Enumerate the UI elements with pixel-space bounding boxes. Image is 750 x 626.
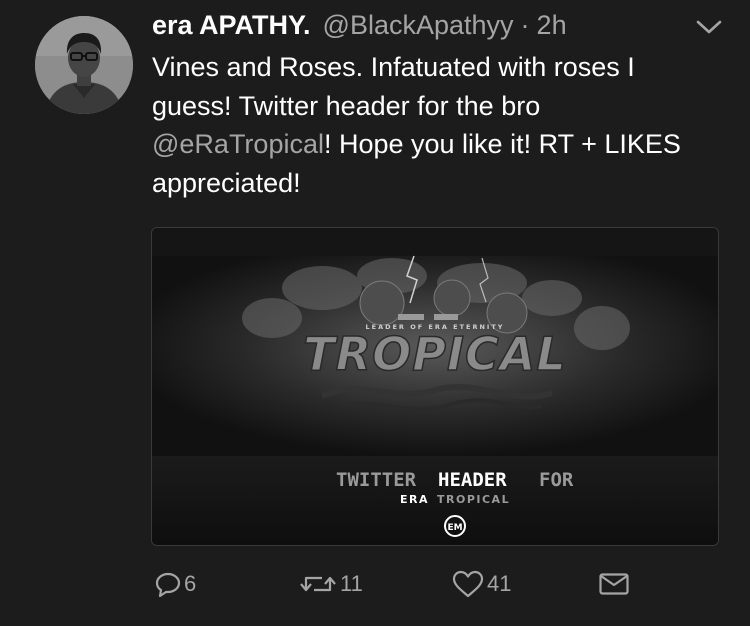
separator-dot: · [520,10,530,40]
mention-link[interactable]: @eRaTropical [152,129,324,159]
reply-count: 6 [184,571,197,596]
tweet-text-part: Vines and Roses. Infatuated with roses I… [152,52,635,121]
avatar[interactable] [35,16,133,114]
retweet-icon [300,576,336,592]
retweet-button[interactable]: 11 [298,569,363,599]
caption-line: TWITTER HEADER FOR [336,469,574,491]
retweet-count: 11 [340,571,363,596]
envelope-icon [599,573,629,595]
author-handle[interactable]: @BlackApathyy [323,10,514,41]
header-artwork: LEADER OF ERA ETERNITY TROPICAL TWITTER … [152,228,718,545]
heart-icon [452,570,484,598]
reply-icon [155,572,181,598]
tweet-timestamp[interactable]: 2h [537,10,567,41]
banner-title: TROPICAL [303,327,566,381]
like-button[interactable]: 41 [451,569,511,599]
caption-word: FOR [539,469,574,491]
reply-button[interactable]: 6 [154,569,196,599]
like-count: 41 [487,571,512,596]
avatar-photo [35,16,133,114]
tweet-text: Vines and Roses. Infatuated with roses I… [152,48,712,202]
caption-word: HEADER [438,469,507,491]
subcaption-word: TROPICAL [437,493,510,506]
chevron-down-icon [696,20,722,34]
action-bar: 6 11 41 [0,560,750,610]
tweet-menu-button[interactable] [694,16,724,38]
author-display-name[interactable]: era APATHY. [152,10,311,41]
direct-message-button[interactable] [598,569,630,599]
caption-word: TWITTER [336,469,417,491]
subcaption-line: ERA TROPICAL [400,493,510,506]
media-image[interactable]: LEADER OF ERA ETERNITY TROPICAL TWITTER … [151,227,719,546]
tweet-header: era APATHY. @BlackApathyy · 2h [152,10,567,46]
logo-text: EM [447,523,462,533]
subcaption-word: ERA [400,493,429,506]
